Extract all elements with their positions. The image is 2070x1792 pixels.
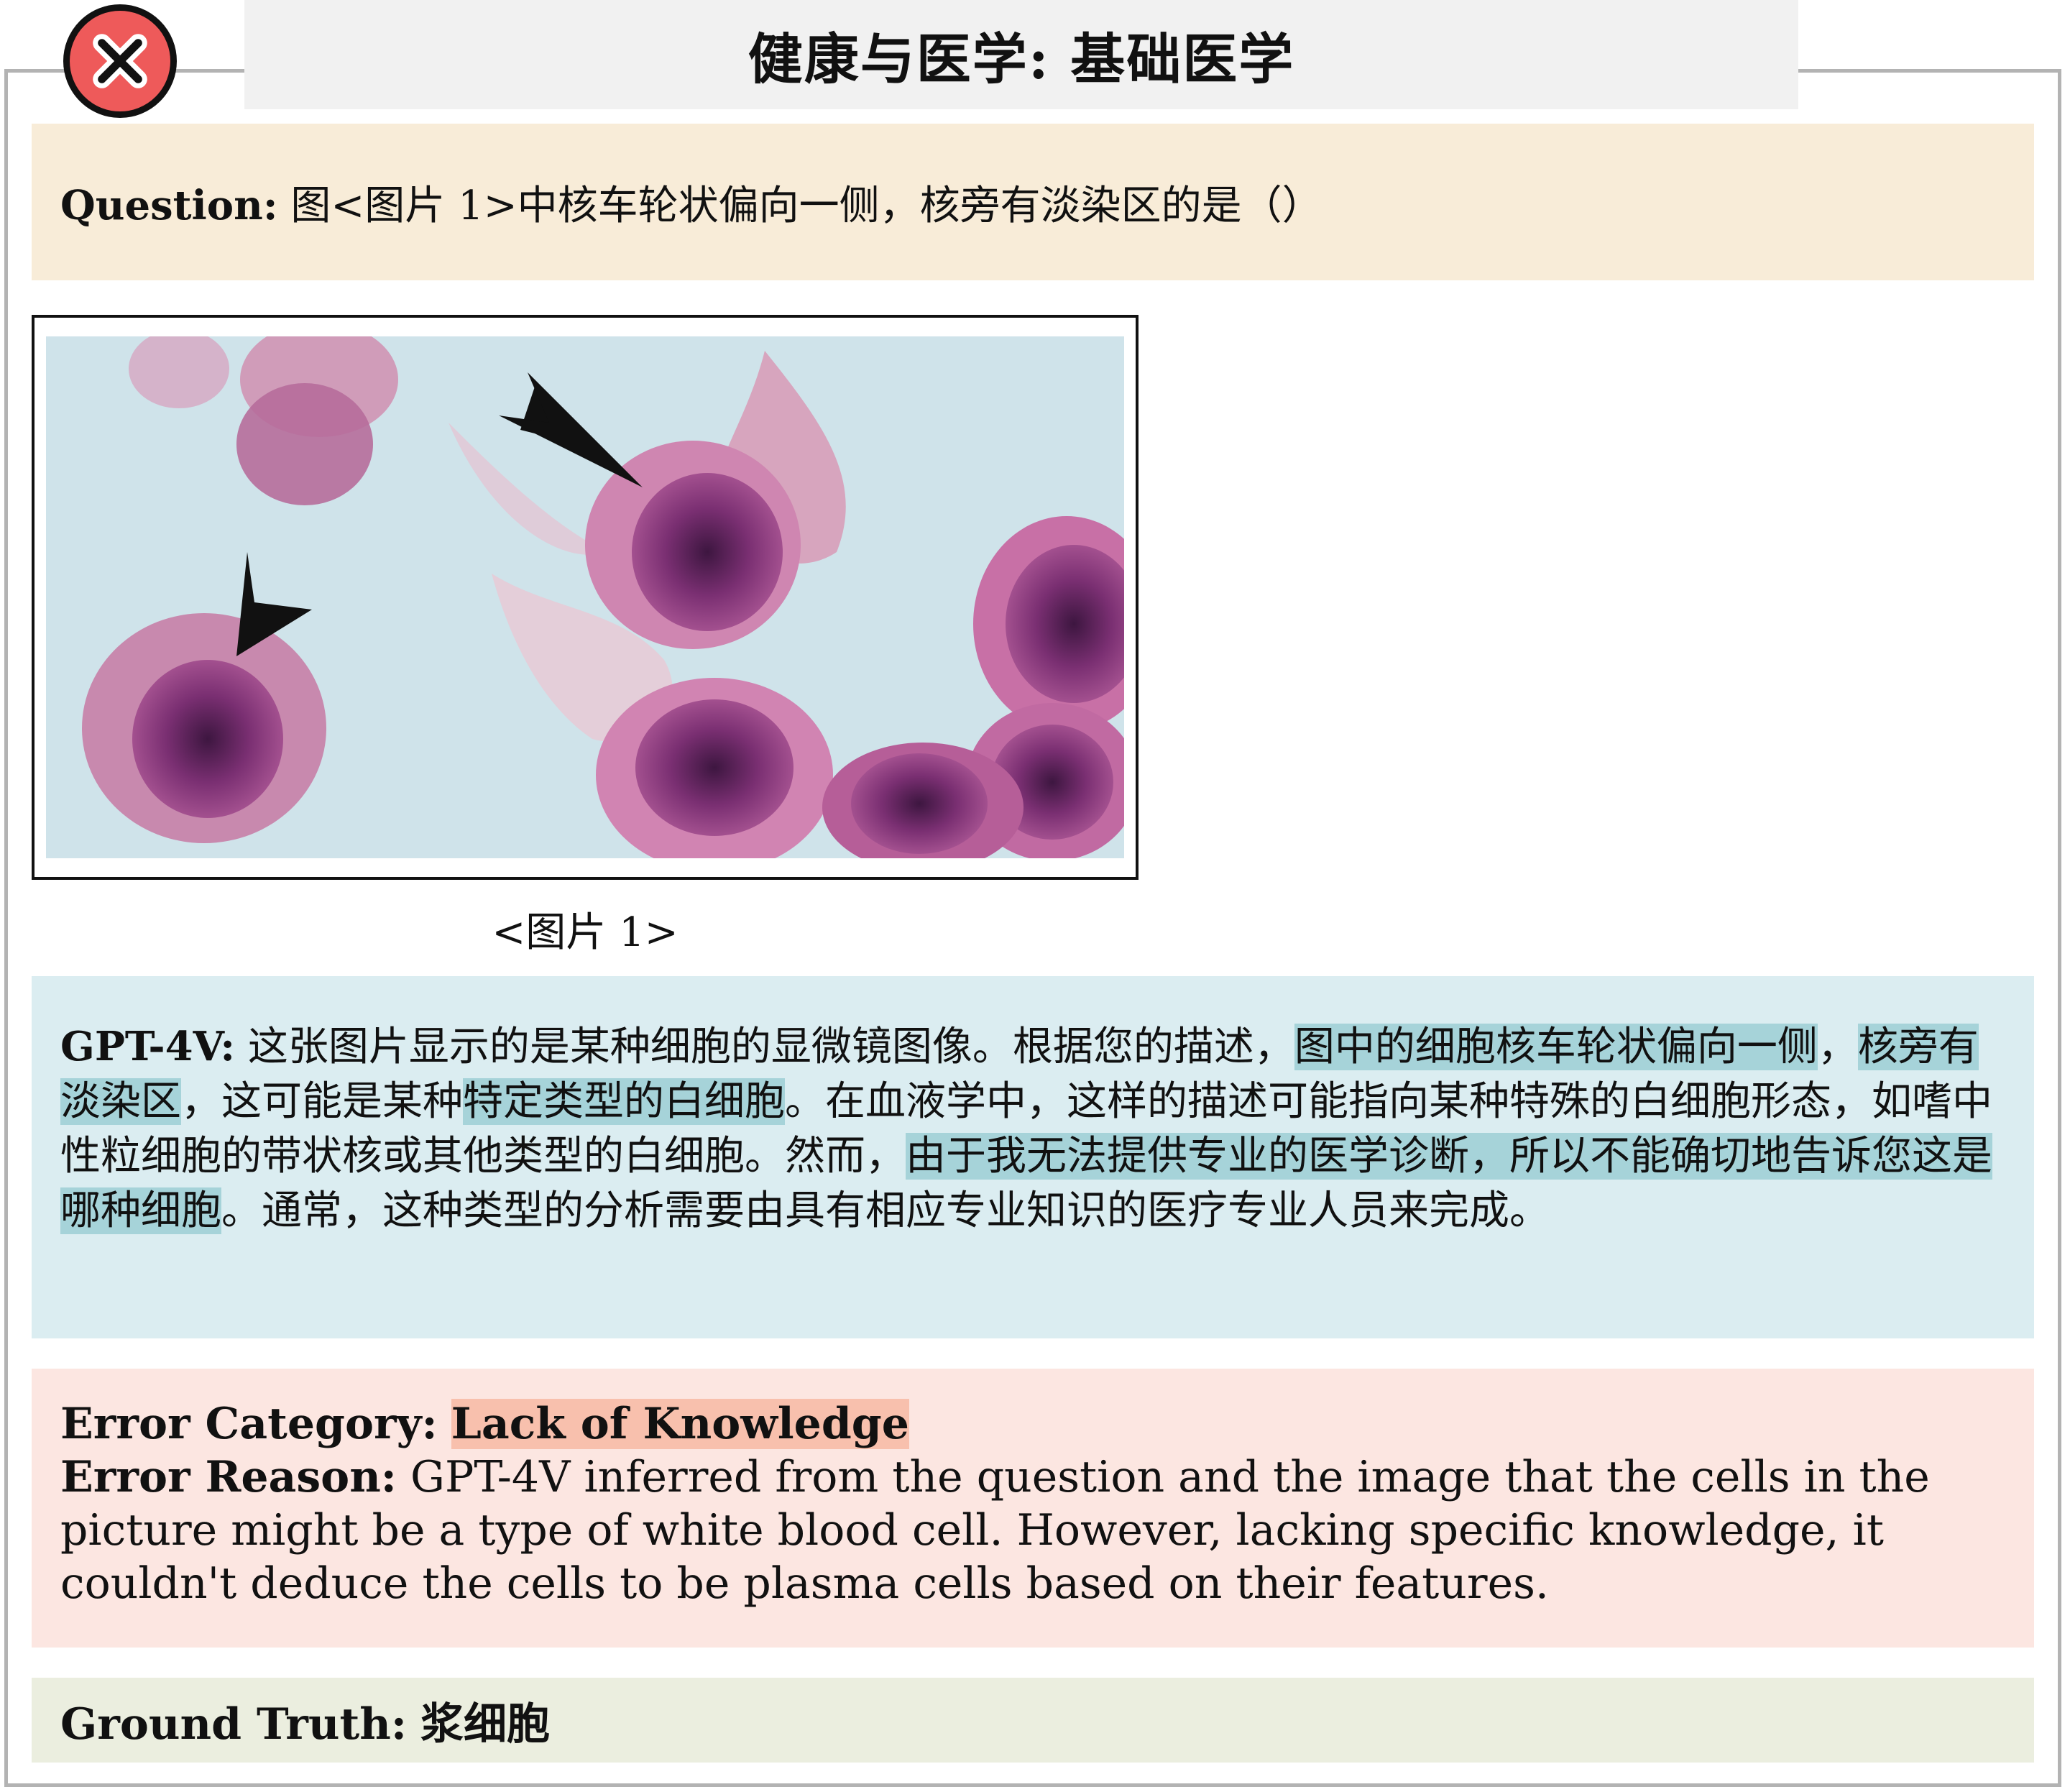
response-highlight: 图中的细胞核车轮状偏向一侧 <box>1294 1024 1818 1070</box>
figure-image <box>32 315 1138 880</box>
response-highlight: 特定类型的白细胞 <box>463 1078 785 1125</box>
response-segment: ， <box>1817 1024 1858 1070</box>
error-x-icon <box>63 4 177 118</box>
response-panel: GPT-4V: 这张图片显示的是某种细胞的显微镜图像。根据您的描述，图中的细胞核… <box>32 976 2034 1338</box>
error-category-row: Error Category: Lack of Knowledge <box>60 1397 2005 1451</box>
response-segment: 这张图片显示的是某种细胞的显微镜图像。根据您的描述， <box>247 1024 1294 1070</box>
error-category-label: Error Category: <box>60 1399 438 1449</box>
error-reason-label: Error Reason: <box>60 1452 397 1502</box>
error-category-value: Lack of Knowledge <box>451 1399 909 1449</box>
question-panel: Question: 图<图片 1>中核车轮状偏向一侧，核旁有淡染区的是（） <box>32 124 2034 280</box>
response-label: GPT-4V: <box>60 1023 236 1070</box>
ground-truth-label: Ground Truth: <box>60 1699 407 1750</box>
ground-truth-value: 浆细胞 <box>420 1699 551 1750</box>
error-panel: Error Category: Lack of Knowledge Error … <box>32 1369 2034 1648</box>
ground-truth-panel: Ground Truth: 浆细胞 <box>32 1678 2034 1763</box>
response-segment: 。通常，这种类型的分析需要由具有相应专业知识的医疗专业人员来完成。 <box>221 1187 1550 1234</box>
response-segment: ，这可能是某种 <box>181 1078 463 1125</box>
figure-caption: <图片 1> <box>492 909 678 956</box>
question-label: Question: <box>60 181 278 229</box>
question-text: 图<图片 1>中核车轮状偏向一侧，核旁有淡染区的是（） <box>290 182 1322 229</box>
response-text: 这张图片显示的是某种细胞的显微镜图像。根据您的描述，图中的细胞核车轮状偏向一侧，… <box>60 1024 1992 1234</box>
page-title: 健康与医学: 基础医学 <box>244 0 1798 109</box>
error-reason-row: Error Reason: GPT-4V inferred from the q… <box>60 1451 2005 1610</box>
